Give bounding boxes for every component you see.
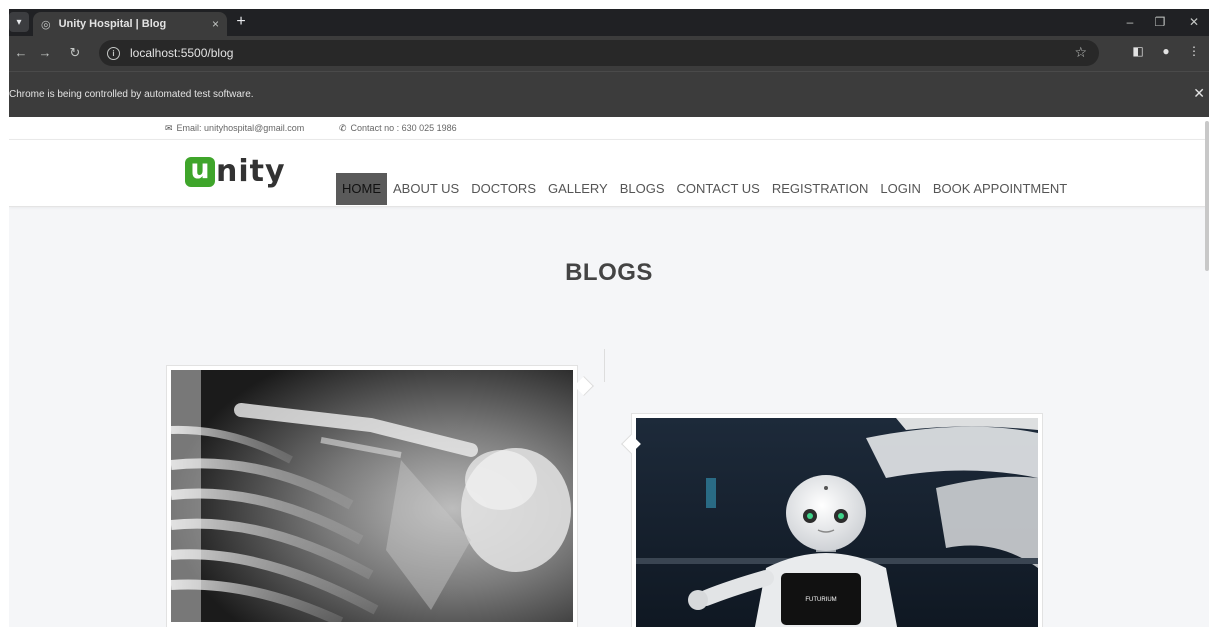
- robot-image: FUTURIUM: [636, 418, 1038, 627]
- window-close-icon[interactable]: ✕: [1179, 12, 1209, 32]
- back-icon[interactable]: ←: [11, 44, 31, 62]
- nav-blogs[interactable]: BLOGS: [614, 173, 671, 205]
- site-header: u nity HOME ABOUT US DOCTORS GALLERY BLO…: [9, 139, 1209, 207]
- logo-text: nity: [216, 154, 286, 189]
- phone-icon: ✆: [339, 123, 347, 133]
- page-title: BLOGS: [565, 259, 653, 286]
- browser-tab[interactable]: ◎ Unity Hospital | Blog ×: [33, 12, 227, 36]
- envelope-icon: ✉: [165, 123, 173, 133]
- minimize-icon[interactable]: –: [1115, 12, 1145, 32]
- bookmark-star-icon[interactable]: ☆: [1074, 44, 1087, 61]
- nav-contact-us[interactable]: CONTACT US: [671, 173, 766, 205]
- menu-kebab-icon[interactable]: ⋮: [1185, 44, 1203, 58]
- nav-about-us[interactable]: ABOUT US: [387, 173, 465, 205]
- new-tab-button[interactable]: +: [231, 12, 251, 32]
- profile-icon[interactable]: ●: [1157, 44, 1175, 58]
- url-text: localhost:5500/blog: [130, 46, 234, 60]
- address-bar[interactable]: i localhost:5500/blog ☆: [99, 40, 1099, 66]
- logo-letter-u: u: [185, 156, 215, 187]
- nav-gallery[interactable]: GALLERY: [542, 173, 614, 205]
- top-info-bar: ✉ Email: unityhospital@gmail.com ✆ Contact…: [9, 117, 1209, 139]
- globe-icon: ◎: [41, 18, 51, 31]
- nav-login[interactable]: LOGIN: [874, 173, 926, 205]
- nav-book-appointment[interactable]: BOOK APPOINTMENT: [927, 173, 1073, 205]
- side-panel-icon[interactable]: ◧: [1129, 44, 1147, 58]
- tab-bar: ▾ ◎ Unity Hospital | Blog × + – ❐ ✕: [9, 9, 1209, 36]
- site-logo[interactable]: u nity: [167, 152, 291, 192]
- tab-search-icon[interactable]: ▾: [9, 12, 29, 32]
- blog-card[interactable]: FUTURIUM: [631, 413, 1043, 627]
- infobar-close-icon[interactable]: ✕: [1193, 85, 1205, 102]
- nav-home[interactable]: HOME: [336, 173, 387, 205]
- main-nav: HOME ABOUT US DOCTORS GALLERY BLOGS CONT…: [336, 173, 1073, 205]
- tablet-text: FUTURIUM: [805, 597, 836, 603]
- site-info-icon[interactable]: i: [107, 46, 120, 60]
- contact-text: Contact no : 630 025 1986: [350, 123, 457, 133]
- close-tab-icon[interactable]: ×: [212, 17, 219, 31]
- infobar-message: Chrome is being controlled by automated …: [9, 89, 254, 100]
- nav-doctors[interactable]: DOCTORS: [465, 173, 542, 205]
- automation-infobar: Chrome is being controlled by automated …: [9, 71, 1209, 117]
- reload-icon[interactable]: ↻: [65, 44, 85, 62]
- browser-window: ▾ ◎ Unity Hospital | Blog × + – ❐ ✕ ← → …: [9, 9, 1209, 627]
- contact-info: ✆ Contact no : 630 025 1986: [339, 123, 457, 134]
- email-text: Email: unityhospital@gmail.com: [176, 123, 305, 133]
- scrollbar[interactable]: [1205, 121, 1209, 271]
- email-info: ✉ Email: unityhospital@gmail.com: [165, 123, 304, 134]
- tab-title: Unity Hospital | Blog: [58, 18, 167, 30]
- browser-toolbar: ← → ↻ i localhost:5500/blog ☆ ◧ ● ⋮: [9, 36, 1209, 71]
- forward-icon[interactable]: →: [35, 44, 55, 62]
- nav-registration[interactable]: REGISTRATION: [766, 173, 875, 205]
- blog-card[interactable]: [166, 365, 578, 627]
- page-viewport: ✉ Email: unityhospital@gmail.com ✆ Contact…: [9, 117, 1209, 627]
- chest-xray-image: [170, 370, 573, 627]
- timeline-line: [604, 349, 605, 382]
- restore-icon[interactable]: ❐: [1145, 12, 1175, 32]
